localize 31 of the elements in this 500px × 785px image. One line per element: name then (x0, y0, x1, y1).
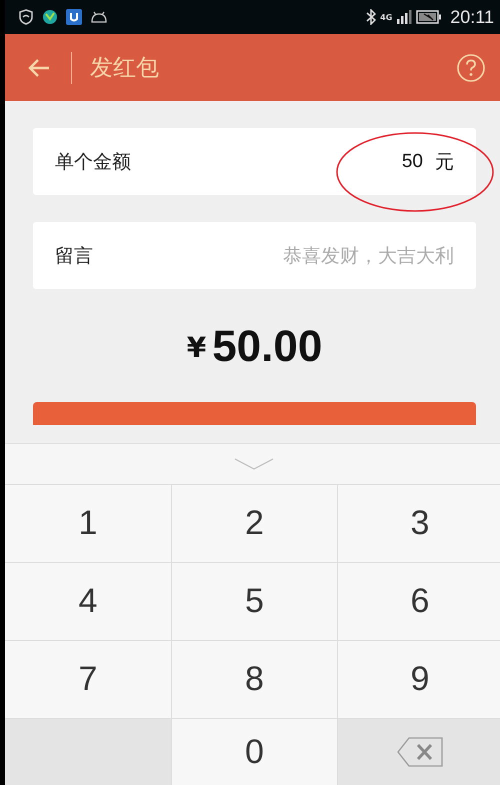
digit-key[interactable]: 4 (5, 563, 171, 640)
digit-key[interactable]: 1 (5, 485, 171, 562)
network-label: 4G (380, 12, 392, 22)
collapse-chevron-icon[interactable] (234, 458, 274, 470)
signal-icon (396, 10, 412, 24)
shield-icon (18, 9, 34, 25)
currency-unit: 元 (435, 150, 454, 174)
digit-key[interactable]: 9 (338, 641, 500, 718)
amount-input[interactable]: 50 (402, 150, 423, 172)
digit-key[interactable]: 5 (172, 563, 337, 640)
total-amount: 50.00 (212, 322, 322, 372)
message-field[interactable]: 恭喜发财，大吉大利 (224, 244, 454, 266)
digit-key[interactable]: 7 (5, 641, 171, 718)
back-arrow-icon[interactable] (27, 58, 51, 78)
digit-key[interactable]: 6 (338, 563, 500, 640)
digit-key[interactable]: 2 (172, 485, 337, 562)
app-icon (66, 9, 82, 25)
digit-key[interactable]: 8 (172, 641, 337, 718)
bluetooth-icon (366, 9, 376, 25)
currency-symbol: ¥ (186, 330, 206, 364)
help-icon[interactable] (456, 52, 486, 82)
clock-time: 20:11 (450, 6, 494, 28)
battery-icon (416, 10, 442, 24)
android-icon (90, 11, 108, 23)
backspace-icon (397, 737, 443, 767)
digit-key[interactable]: 0 (172, 719, 337, 785)
page-title: 发红包 (90, 54, 159, 83)
delete-key[interactable] (338, 719, 500, 785)
field-label: 留言 (55, 244, 93, 268)
digit-key[interactable]: 3 (338, 485, 500, 562)
field-label: 单个金额 (55, 150, 131, 174)
